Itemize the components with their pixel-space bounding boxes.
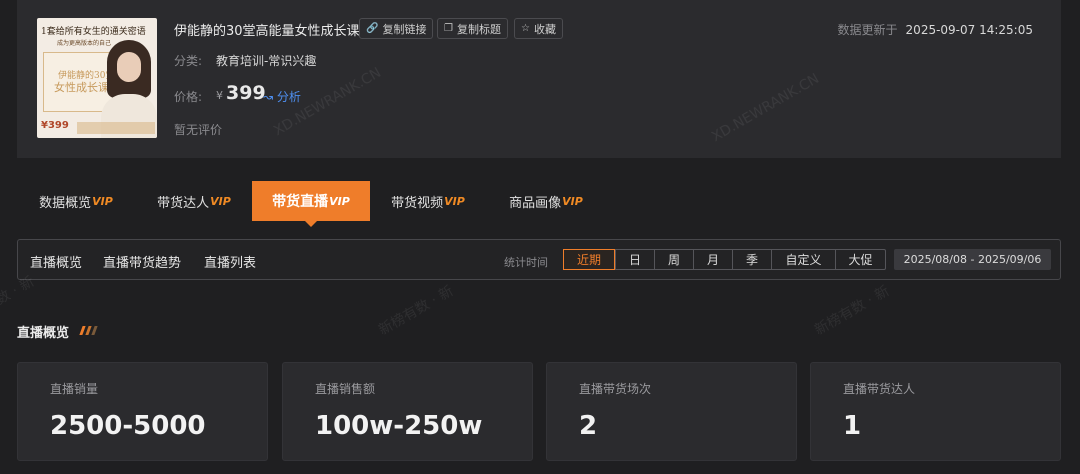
favorite-label: 收藏 — [533, 22, 556, 36]
metric-label: 直播带货达人 — [843, 382, 916, 396]
product-title: 伊能静的30堂高能量女性成长课 — [174, 24, 360, 39]
link-icon: 🔗 — [366, 23, 379, 34]
thumb-subline: 成为更高版本的自己 — [57, 40, 112, 47]
stat-time-label: 统计时间 — [504, 256, 548, 269]
subnav-live-trend[interactable]: 直播带货趋势 — [103, 252, 181, 271]
active-tab-pointer — [305, 221, 317, 227]
updated-label: 数据更新于 — [837, 23, 898, 37]
price-label: 价格: — [174, 90, 203, 104]
metric-value: 2 — [579, 411, 598, 441]
tab-influencers[interactable]: 带货达人 VIP — [138, 181, 250, 221]
thumb-banner — [77, 122, 155, 134]
period-custom[interactable]: 自定义 — [771, 250, 835, 269]
data-updated: 数据更新于 2025-09-07 14:25:05 — [838, 21, 1033, 38]
metric-value: 2500-5000 — [50, 411, 206, 441]
watermark: 新榜有数 · 新 — [376, 283, 457, 339]
subnav-live-overview[interactable]: 直播概览 — [30, 252, 82, 271]
analyze-label: 分析 — [276, 90, 301, 104]
category-value: 教育培训-常识兴趣 — [216, 54, 317, 68]
updated-value: 2025-09-07 14:25:05 — [905, 23, 1033, 37]
vip-badge: VIP — [444, 194, 465, 208]
tab-label: 数据概览 — [39, 195, 92, 211]
period-week[interactable]: 周 — [654, 250, 693, 269]
thumb-price: ¥399 — [41, 120, 69, 131]
period-quarter[interactable]: 季 — [732, 250, 771, 269]
tab-live-sales[interactable]: 带货直播 VIP — [252, 181, 370, 221]
price-currency: ¥ — [216, 89, 223, 102]
vip-badge: VIP — [92, 194, 113, 208]
tab-label: 带货直播 — [272, 194, 329, 210]
date-range-picker[interactable]: 2025/08/08 - 2025/09/06 — [894, 249, 1051, 270]
tab-data-overview[interactable]: 数据概览 VIP — [20, 181, 132, 221]
vip-badge: VIP — [329, 194, 350, 208]
copy-link-button[interactable]: 🔗 复制链接 — [359, 18, 434, 39]
thumb-portrait — [107, 40, 151, 98]
period-day[interactable]: 日 — [615, 250, 654, 269]
section-title-decoration — [79, 326, 98, 335]
watermark: 新榜有数 · 新 — [812, 283, 893, 339]
product-card: 1套给所有女生的通关密语 成为更高版本的自己 伊能静的30堂 女性成长课 ¥39… — [17, 0, 1061, 158]
thumb-book-graphic: 伊能静的30堂 女性成长课 — [43, 52, 115, 112]
favorite-button[interactable]: ☆ 收藏 — [514, 18, 563, 39]
tab-videos[interactable]: 带货视频 VIP — [372, 181, 484, 221]
vip-badge: VIP — [562, 194, 583, 208]
period-month[interactable]: 月 — [693, 250, 732, 269]
metric-label: 直播销售额 — [315, 382, 376, 396]
period-selector: 近期 日 周 月 季 自定义 大促 — [563, 249, 886, 270]
star-icon: ☆ — [521, 23, 530, 34]
copy-title-button[interactable]: ❐ 复制标题 — [437, 18, 508, 39]
metric-label: 直播带货场次 — [579, 382, 652, 396]
metric-card-live-sales-volume: 直播销量 2500-5000 — [17, 362, 268, 461]
metric-card-live-sessions: 直播带货场次 2 — [546, 362, 797, 461]
subnav-live-list[interactable]: 直播列表 — [204, 252, 256, 271]
period-recent[interactable]: 近期 — [563, 249, 615, 270]
copy-icon: ❐ — [444, 23, 453, 34]
metric-card-live-sales-amount: 直播销售额 100w-250w — [282, 362, 533, 461]
metric-value: 100w-250w — [315, 411, 483, 441]
metric-label: 直播销量 — [50, 382, 99, 396]
price-number: 399 — [226, 82, 266, 104]
category-label: 分类: — [174, 54, 203, 68]
copy-link-label: 复制链接 — [382, 22, 427, 36]
metric-card-live-influencers: 直播带货达人 1 — [810, 362, 1061, 461]
tab-product-profile[interactable]: 商品画像 VIP — [490, 181, 602, 221]
period-promo[interactable]: 大促 — [835, 250, 885, 269]
chart-icon: ↝ — [263, 90, 274, 104]
thumb-headline: 1套给所有女生的通关密语 — [41, 27, 146, 37]
copy-title-label: 复制标题 — [456, 22, 501, 36]
sub-navigation: 直播概览 直播带货趋势 直播列表 统计时间 近期 日 周 月 季 自定义 大促 … — [17, 239, 1061, 280]
analyze-link[interactable]: ↝ 分析 — [263, 88, 301, 105]
tab-label: 带货达人 — [157, 195, 210, 211]
metric-value: 1 — [843, 411, 862, 441]
watermark: XD.NEWRANK.CN — [709, 70, 822, 146]
section-title: 直播概览 — [17, 326, 70, 341]
product-thumbnail[interactable]: 1套给所有女生的通关密语 成为更高版本的自己 伊能静的30堂 女性成长课 ¥39… — [37, 18, 157, 138]
main-tabs: 数据概览 VIP 带货达人 VIP 带货直播 VIP 带货视频 VIP 商品画像 VIP — [0, 181, 1080, 221]
tab-label: 带货视频 — [391, 195, 444, 211]
tab-label: 商品画像 — [509, 195, 562, 211]
review-status: 暂无评价 — [174, 123, 223, 137]
vip-badge: VIP — [210, 194, 231, 208]
thumb-book-text-1: 伊能静的30堂 — [58, 71, 115, 81]
thumb-book-text-2: 女性成长课 — [54, 81, 109, 94]
price-value: ¥399 — [216, 82, 266, 104]
